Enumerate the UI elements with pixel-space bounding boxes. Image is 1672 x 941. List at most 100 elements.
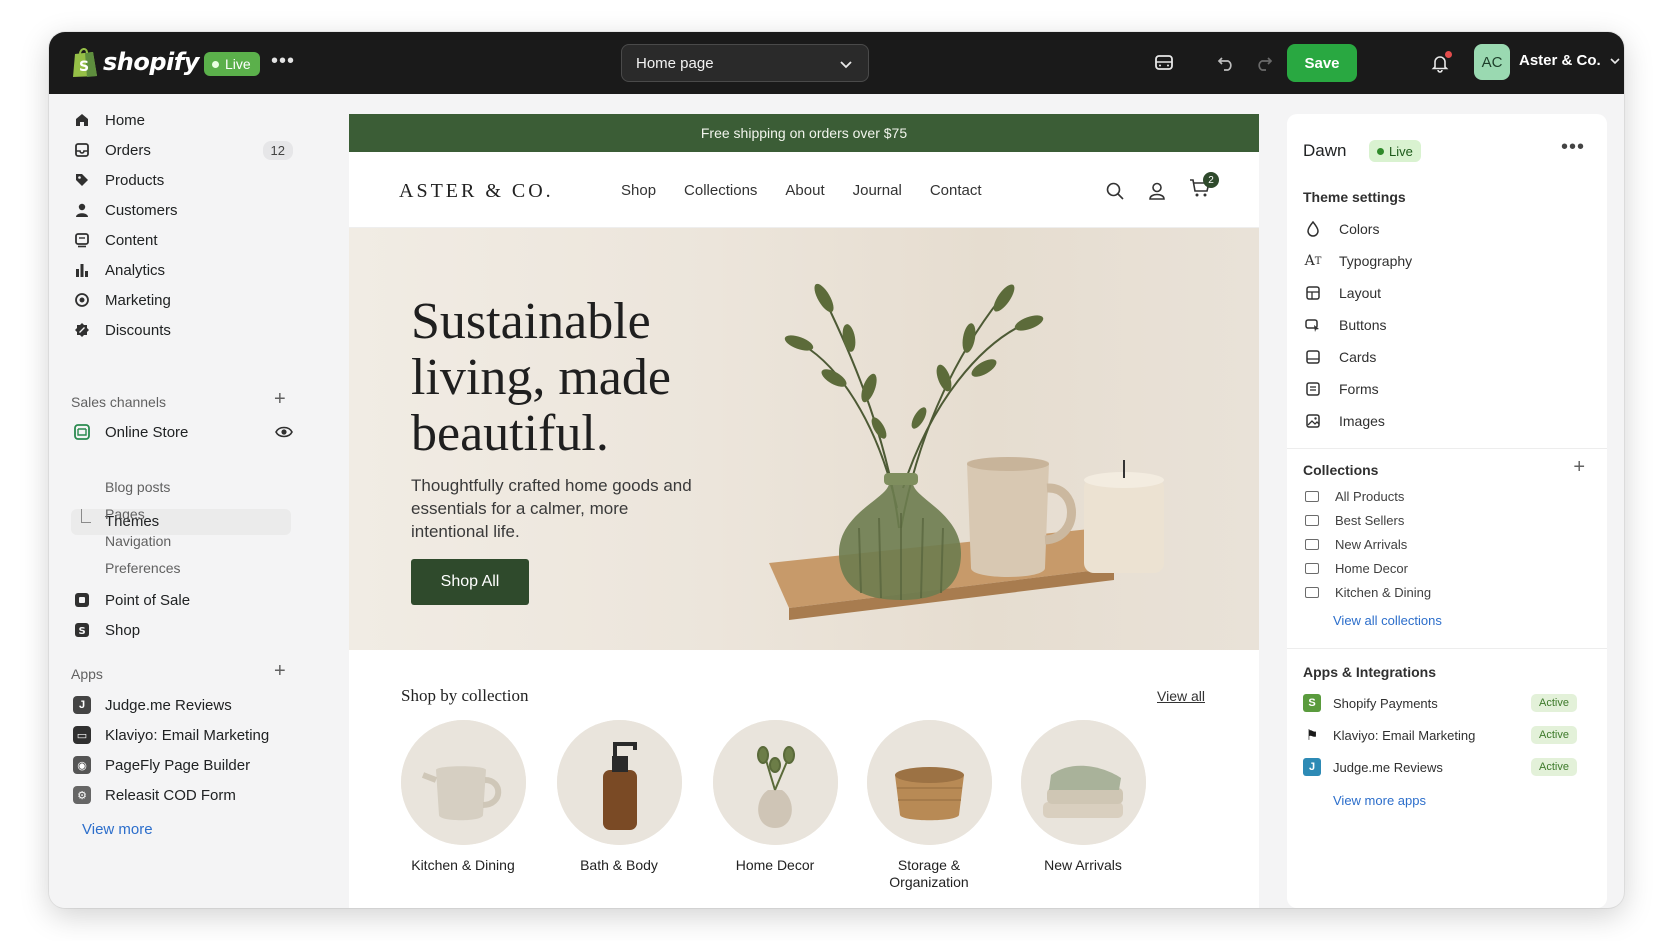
store-logo[interactable]: ASTER & CO. (399, 180, 554, 203)
sidebar-item-products[interactable]: Products (73, 166, 293, 194)
sidebar-item-discounts[interactable]: Discounts (73, 316, 293, 344)
basket-icon (866, 720, 992, 845)
sidebar-item-pages[interactable]: Pages (105, 506, 145, 522)
folder-icon (1305, 587, 1319, 598)
setting-layout[interactable]: Layout (1305, 285, 1381, 301)
collection-label: Bath & Body (580, 857, 658, 873)
eye-icon[interactable] (275, 425, 293, 439)
folder-icon (1305, 491, 1319, 502)
setting-label: Colors (1339, 221, 1380, 237)
cart-count-badge: 2 (1203, 172, 1219, 188)
integration-label: Judge.me Reviews (1333, 759, 1443, 775)
setting-label: Images (1339, 413, 1385, 429)
sidebar-item-content[interactable]: Content (73, 226, 293, 254)
avatar[interactable]: AC (1474, 44, 1510, 80)
panel-collection-label: All Products (1335, 489, 1405, 504)
collections-view-all-link[interactable]: View all (1157, 688, 1205, 704)
notification-bell-icon[interactable] (1427, 50, 1453, 76)
setting-images[interactable]: Images (1305, 413, 1385, 429)
sidebar-item-analytics[interactable]: Analytics (73, 256, 293, 284)
panel-collection-item[interactable]: New Arrivals (1305, 537, 1407, 552)
collection-card[interactable]: New Arrivals (1013, 720, 1153, 874)
panel-collection-item[interactable]: All Products (1305, 489, 1404, 504)
sidebar-app-judgeme[interactable]: J Judge.me Reviews (73, 691, 293, 719)
panel-collection-item[interactable]: Kitchen & Dining (1305, 585, 1431, 600)
sidebar-item-orders[interactable]: Orders 12 (73, 136, 293, 164)
collection-label: Storage & Organization (889, 857, 969, 890)
svg-text:S: S (79, 626, 86, 637)
integration-label: Klaviyo: Email Marketing (1333, 727, 1476, 743)
add-app-icon[interactable]: + (274, 660, 286, 683)
card-icon (1305, 349, 1321, 365)
integration-shopify-payments[interactable]: S Shopify Payments Active (1303, 694, 1593, 712)
integration-judgeme[interactable]: J Judge.me Reviews Active (1303, 758, 1593, 776)
sidebar-item-blog-posts[interactable]: Blog posts (105, 479, 170, 495)
shop-all-button[interactable]: Shop All (411, 559, 529, 605)
content-icon (73, 231, 91, 249)
sidebar-item-themes[interactable]: Themes (71, 509, 291, 535)
shopify-logo[interactable]: S shopify (71, 46, 199, 78)
theme-more-actions-icon[interactable]: ••• (1561, 136, 1585, 159)
collection-card[interactable]: Storage & Organization (859, 720, 999, 891)
panel-divider (1287, 448, 1607, 449)
cart-button[interactable]: 2 (1189, 172, 1219, 203)
sidebar-item-online-store[interactable]: Online Store (73, 418, 293, 446)
sidebar-item-customers[interactable]: Customers (73, 196, 293, 224)
panel-collection-item[interactable]: Home Decor (1305, 561, 1408, 576)
account-icon[interactable] (1147, 181, 1167, 201)
page-selector[interactable]: Home page (621, 44, 869, 82)
integration-klaviyo[interactable]: ⚑ Klaviyo: Email Marketing Active (1303, 726, 1593, 744)
setting-cards[interactable]: Cards (1305, 349, 1376, 365)
apps-heading: Apps (71, 666, 103, 682)
form-icon (1305, 381, 1321, 397)
nav-link-collections[interactable]: Collections (684, 182, 757, 199)
theme-live-label: Live (1389, 143, 1413, 159)
redo-icon[interactable] (1251, 50, 1277, 76)
add-sales-channel-icon[interactable]: + (274, 388, 286, 411)
preview-device-icon[interactable] (1151, 50, 1177, 76)
sidebar-item-navigation[interactable]: Navigation (105, 533, 171, 549)
setting-forms[interactable]: Forms (1305, 381, 1379, 397)
page-selector-value: Home page (636, 54, 714, 72)
nav-link-journal[interactable]: Journal (853, 182, 902, 199)
more-actions-icon[interactable]: ••• (271, 50, 295, 73)
nav-link-contact[interactable]: Contact (930, 182, 982, 199)
undo-icon[interactable] (1213, 50, 1239, 76)
sidebar-item-shop[interactable]: S Shop (73, 616, 293, 644)
hero-title: Sustainable living, made beautiful. (411, 294, 671, 462)
nav-link-shop[interactable]: Shop (621, 182, 656, 199)
sidebar-app-releasit[interactable]: ⚙ Releasit COD Form (73, 781, 293, 809)
sidebar-item-marketing[interactable]: Marketing (73, 286, 293, 314)
sidebar-item-point-of-sale[interactable]: Point of Sale (73, 586, 293, 614)
collections-panel-heading: Collections (1303, 462, 1379, 478)
view-more-apps-link[interactable]: View more apps (1333, 793, 1426, 808)
collection-label: Kitchen & Dining (411, 857, 515, 873)
setting-buttons[interactable]: Buttons (1305, 317, 1386, 333)
save-button[interactable]: Save (1287, 44, 1357, 82)
sidebar-app-pagefly[interactable]: ◉ PageFly Page Builder (73, 751, 293, 779)
sidebar-item-label: Online Store (105, 423, 189, 441)
tag-icon (73, 171, 91, 189)
setting-typography[interactable]: AT Typography (1305, 253, 1413, 269)
search-icon[interactable] (1105, 181, 1125, 201)
view-more-apps-link[interactable]: View more (82, 821, 153, 838)
sidebar-item-home[interactable]: Home (73, 106, 293, 134)
collection-card[interactable]: Bath & Body (549, 720, 689, 874)
setting-colors[interactable]: Colors (1305, 221, 1379, 237)
nav-link-about[interactable]: About (785, 182, 824, 199)
chevron-down-icon (840, 61, 852, 69)
collection-card[interactable]: Kitchen & Dining (393, 720, 533, 874)
panel-collection-item[interactable]: Best Sellers (1305, 513, 1404, 528)
collection-card[interactable]: Home Decor (705, 720, 845, 874)
theme-name: Dawn (1303, 141, 1347, 160)
store-menu[interactable]: Aster & Co. (1519, 52, 1621, 69)
view-all-collections-link[interactable]: View all collections (1333, 613, 1442, 628)
brand-wordmark: shopify (103, 48, 199, 76)
sidebar-item-label: Customers (105, 201, 178, 219)
add-collection-icon[interactable]: + (1573, 456, 1585, 479)
sidebar-app-klaviyo[interactable]: ▭ Klaviyo: Email Marketing (73, 721, 293, 749)
pos-icon (73, 591, 91, 609)
panel-collection-label: New Arrivals (1335, 537, 1408, 552)
sidebar-item-preferences[interactable]: Preferences (105, 560, 180, 576)
shop-by-collection-section: Shop by collection View all Kitchen & Di… (349, 650, 1259, 908)
